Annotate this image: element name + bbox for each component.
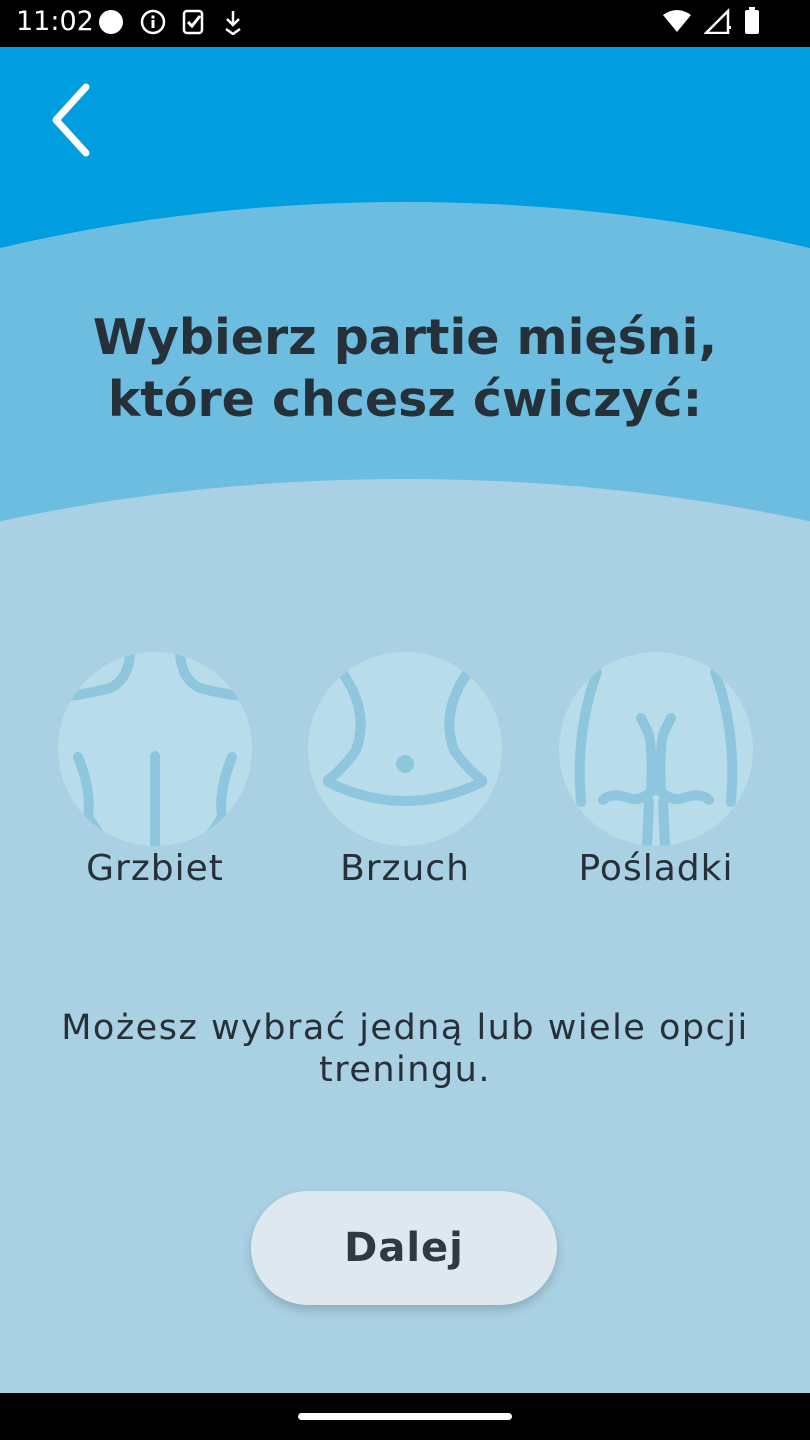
next-button[interactable]: Dalej <box>251 1191 557 1305</box>
battery-icon <box>744 7 760 39</box>
circle-notification-icon <box>98 9 124 39</box>
clipboard-check-icon <box>182 8 206 40</box>
option-label: Pośladki <box>578 848 734 889</box>
option-abdomen[interactable]: Brzuch <box>295 652 515 912</box>
option-label: Brzuch <box>340 848 470 889</box>
download-icon <box>222 9 244 39</box>
page-title-line1: Wybierz partie mięśni, <box>92 309 718 366</box>
navigation-bar <box>0 1393 810 1440</box>
chevron-left-icon <box>52 83 90 157</box>
option-glutes[interactable]: Pośladki <box>546 652 766 912</box>
status-icons-right <box>662 7 760 39</box>
status-icons-left <box>98 8 244 40</box>
back-button[interactable] <box>36 75 108 165</box>
option-label: Grzbiet <box>86 848 224 889</box>
home-gesture-handle[interactable] <box>298 1413 512 1420</box>
abdomen-icon <box>308 652 502 846</box>
wifi-icon <box>662 9 692 37</box>
option-back[interactable]: Grzbiet <box>45 652 265 912</box>
status-bar: 11:02 <box>0 0 810 47</box>
muscle-group-options: Grzbiet Brzuch Pośladki <box>0 652 810 912</box>
signal-icon <box>702 7 732 38</box>
status-time: 11:02 <box>16 6 94 37</box>
hint-text: Możesz wybrać jedną lub wiele opcji tren… <box>61 1008 749 1090</box>
next-button-label: Dalej <box>344 1225 464 1271</box>
info-icon <box>140 9 166 39</box>
back-muscles-icon <box>58 652 252 846</box>
app-screen: Wybierz partie mięśni, które chcesz ćwic… <box>0 47 810 1393</box>
glutes-icon <box>559 652 753 846</box>
page-title: Wybierz partie mięśni, które chcesz ćwic… <box>20 307 790 431</box>
page-title-line2: które chcesz ćwiczyć: <box>107 371 703 428</box>
